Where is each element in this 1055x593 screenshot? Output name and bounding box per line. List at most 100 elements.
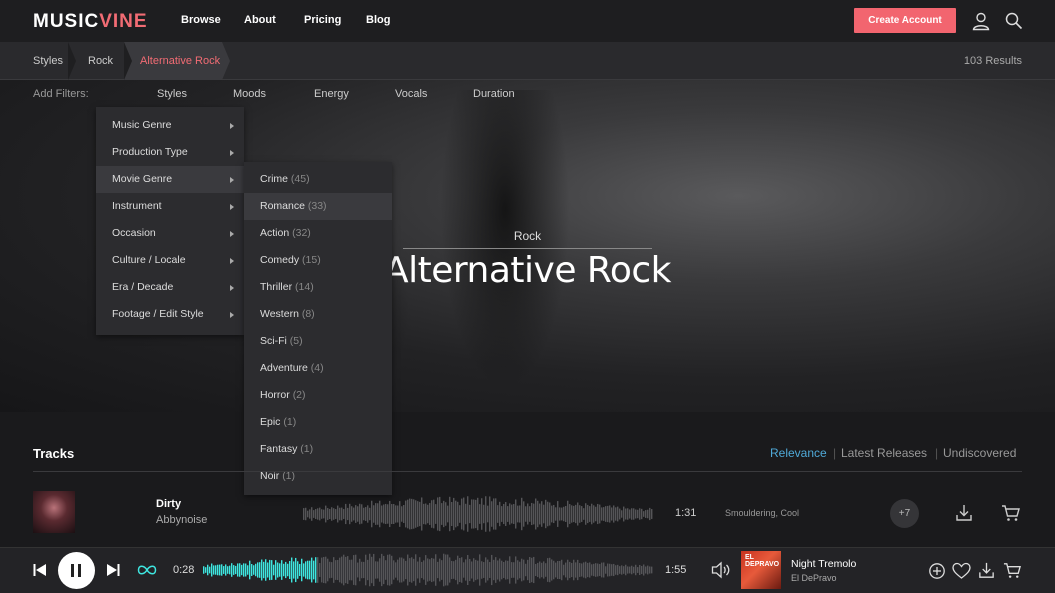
now-playing-title[interactable]: Night Tremolo [791, 558, 856, 570]
skip-forward-icon[interactable] [106, 563, 120, 577]
waveform-bar [309, 509, 311, 519]
styles-menu-item-culture-locale[interactable]: Culture / Locale [96, 247, 244, 274]
submenu-item-sci-fi[interactable]: Sci-Fi (5) [244, 328, 392, 355]
waveform-bar [429, 503, 431, 525]
filter-tab-styles[interactable]: Styles [157, 88, 187, 100]
download-icon[interactable] [954, 503, 974, 523]
waveform-bar [603, 507, 605, 521]
track-title[interactable]: Dirty [156, 498, 181, 510]
styles-menu-item-era-decade[interactable]: Era / Decade [96, 274, 244, 301]
styles-menu-item-production-type[interactable]: Production Type [96, 139, 244, 166]
waveform-bar [451, 501, 453, 527]
submenu-item-adventure[interactable]: Adventure (4) [244, 355, 392, 382]
filter-tab-vocals[interactable]: Vocals [395, 88, 427, 100]
menu-item-label: Movie Genre [112, 173, 173, 185]
styles-menu-item-movie-genre[interactable]: Movie Genre [96, 166, 244, 193]
waveform-bar [355, 505, 357, 523]
waveform-bar [579, 505, 581, 523]
waveform-bar [481, 498, 483, 530]
loop-icon[interactable] [137, 564, 157, 576]
nav-browse[interactable]: Browse [181, 14, 221, 26]
volume-icon[interactable] [711, 561, 731, 579]
submenu-item-label: Romance [260, 200, 305, 212]
submenu-item-epic[interactable]: Epic (1) [244, 409, 392, 436]
hero-parent-style[interactable]: Rock [403, 229, 652, 249]
waveform-bar [459, 557, 461, 583]
waveform-bar [537, 500, 539, 528]
waveform-bar [331, 507, 333, 521]
caret-right-icon [230, 204, 234, 210]
cart-icon[interactable] [1001, 503, 1021, 523]
player-waveform-scrubber[interactable] [203, 553, 653, 587]
breadcrumb-styles[interactable]: Styles [33, 42, 63, 80]
sort-latest-releases[interactable]: Latest Releases [841, 446, 927, 460]
styles-menu-item-music-genre[interactable]: Music Genre [96, 112, 244, 139]
waveform-bar [553, 560, 555, 580]
waveform-bar [645, 510, 647, 518]
nav-pricing[interactable]: Pricing [304, 14, 341, 26]
waveform-bar [465, 559, 467, 581]
waveform-bar [207, 564, 209, 576]
nav-about[interactable]: About [244, 14, 276, 26]
waveform-bar [421, 561, 423, 579]
nav-blog[interactable]: Blog [366, 14, 390, 26]
search-icon[interactable] [1004, 11, 1024, 31]
waveform-bar [383, 504, 385, 524]
waveform-bar [469, 558, 471, 582]
filter-tab-energy[interactable]: Energy [314, 88, 349, 100]
waveform-bar [281, 560, 283, 580]
create-account-button[interactable]: Create Account [854, 8, 956, 33]
styles-menu-item-footage-edit-style[interactable]: Footage / Edit Style [96, 301, 244, 328]
filter-tab-duration[interactable]: Duration [473, 88, 515, 100]
styles-menu-item-instrument[interactable]: Instrument [96, 193, 244, 220]
waveform-bar [515, 556, 517, 584]
waveform-bar [247, 565, 249, 575]
download-icon[interactable] [977, 561, 996, 580]
submenu-item-comedy[interactable]: Comedy (15) [244, 247, 392, 274]
waveform-bar [205, 567, 207, 573]
track-artwork[interactable] [33, 491, 75, 533]
waveform-bar [219, 564, 221, 576]
breadcrumb-rock[interactable]: Rock [88, 42, 113, 80]
waveform-bar [611, 507, 613, 521]
submenu-item-crime[interactable]: Crime (45) [244, 166, 392, 193]
heart-icon[interactable] [952, 562, 971, 580]
skip-back-icon[interactable] [33, 563, 47, 577]
cart-icon[interactable] [1003, 561, 1022, 580]
track-artist[interactable]: Abbynoise [156, 514, 207, 526]
waveform-bar [335, 560, 337, 580]
more-tags-button[interactable]: +7 [890, 499, 919, 528]
sort-relevance[interactable]: Relevance [770, 446, 827, 460]
submenu-item-action[interactable]: Action (32) [244, 220, 392, 247]
waveform-bar [229, 565, 231, 575]
sort-undiscovered[interactable]: Undiscovered [943, 446, 1016, 460]
submenu-item-horror[interactable]: Horror (2) [244, 382, 392, 409]
submenu-item-fantasy[interactable]: Fantasy (1) [244, 436, 392, 463]
waveform-bar [575, 504, 577, 524]
waveform-bar [311, 557, 313, 583]
waveform-bar [493, 498, 495, 530]
now-playing-artist[interactable]: El DePravo [791, 573, 837, 583]
logo[interactable]: MUSICVINE [33, 11, 148, 33]
pause-button[interactable] [58, 552, 95, 589]
waveform-bar [399, 501, 401, 527]
track-waveform[interactable] [303, 496, 653, 532]
submenu-item-count: (4) [310, 362, 324, 374]
waveform-bar [609, 563, 611, 577]
waveform-bar [597, 503, 599, 525]
waveform-bar [339, 557, 341, 583]
waveform-bar [601, 507, 603, 521]
waveform-bar [369, 507, 371, 521]
submenu-item-thriller[interactable]: Thriller (14) [244, 274, 392, 301]
waveform-bar [587, 504, 589, 524]
user-icon[interactable] [971, 11, 991, 31]
filter-tab-moods[interactable]: Moods [233, 88, 266, 100]
waveform-bar [595, 563, 597, 577]
styles-menu-item-occasion[interactable]: Occasion [96, 220, 244, 247]
add-circle-icon[interactable] [928, 562, 946, 580]
submenu-item-romance[interactable]: Romance (33) [244, 193, 392, 220]
waveform-bar [635, 564, 637, 576]
waveform-bar [325, 556, 327, 584]
now-playing-artwork[interactable]: EL DEPRAVO [741, 551, 781, 589]
submenu-item-western[interactable]: Western (8) [244, 301, 392, 328]
